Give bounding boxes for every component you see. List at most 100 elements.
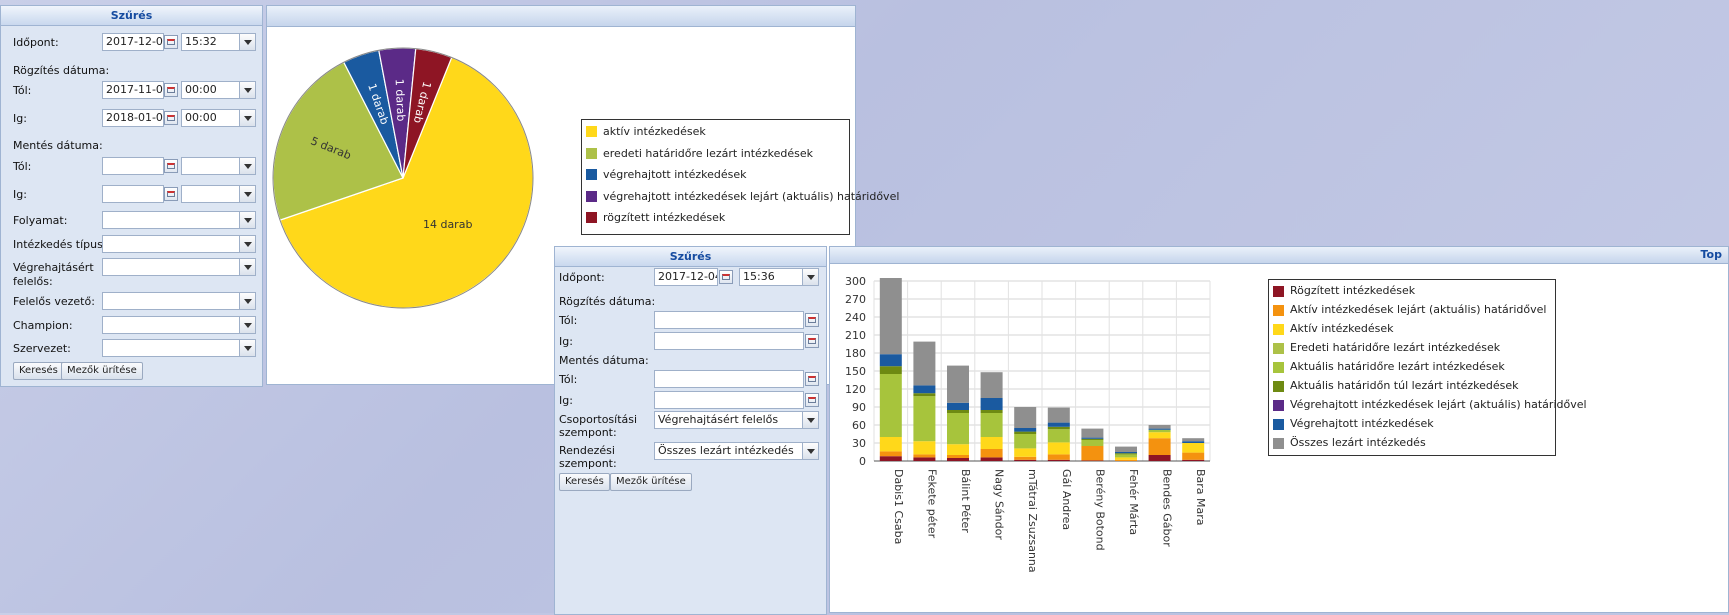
- legend-item: Aktív intézkedések lejárt (aktuális) hat…: [1290, 303, 1547, 316]
- chevron-down-icon[interactable]: [239, 259, 255, 275]
- bar-segment: [947, 444, 969, 455]
- chevron-down-icon[interactable]: [802, 412, 818, 428]
- tol-label: Tól:: [559, 314, 578, 327]
- bar-segment: [1081, 446, 1104, 461]
- idopont-time-select[interactable]: 15:32: [181, 33, 256, 51]
- pie-slice-label: 14 darab: [423, 218, 472, 231]
- chevron-down-icon[interactable]: [239, 110, 255, 126]
- chevron-down-icon[interactable]: [239, 186, 255, 202]
- rogzites-tol-time-select[interactable]: 00:00: [181, 81, 256, 99]
- chevron-down-icon[interactable]: [239, 34, 255, 50]
- bar-segment: [1081, 460, 1104, 461]
- chevron-down-icon[interactable]: [239, 317, 255, 333]
- bar-segment: [1047, 426, 1070, 430]
- chevron-down-icon[interactable]: [802, 443, 818, 459]
- y-tick-label: 60: [852, 419, 866, 432]
- x-category-label: Bara Mara: [1194, 469, 1207, 526]
- chevron-down-icon[interactable]: [239, 158, 255, 174]
- calendar-icon[interactable]: [164, 35, 178, 49]
- y-tick-label: 270: [845, 293, 866, 306]
- mentes-tol-date-field[interactable]: [102, 157, 164, 175]
- bar-segment: [913, 341, 936, 386]
- chevron-down-icon[interactable]: [239, 212, 255, 228]
- legend-item: Végrehajtott intézkedések lejárt (aktuál…: [1290, 398, 1587, 411]
- chevron-down-icon[interactable]: [239, 82, 255, 98]
- bar-segment: [1182, 438, 1205, 442]
- x-category-label: Fehér Márta: [1127, 469, 1140, 535]
- mentes-ig-time-select[interactable]: [181, 185, 256, 203]
- rendezesi-szempont-label: Rendezési: [559, 444, 615, 457]
- legend-swatch: [1273, 343, 1284, 354]
- x-category-label: Dabis1 Csaba: [892, 469, 905, 544]
- mentes-tol-time-select[interactable]: [181, 157, 256, 175]
- bar-segment: [1182, 459, 1205, 461]
- bar-segment: [879, 354, 902, 367]
- x-category-label: mTátrai Zsuzsanna: [1026, 469, 1039, 573]
- bar-segment: [1081, 438, 1104, 440]
- chevron-down-icon[interactable]: [239, 340, 255, 356]
- mentes-ig-label: Ig:: [559, 394, 573, 407]
- felelos-vezeto-select[interactable]: [102, 292, 256, 310]
- csoportositasi-szempont-select[interactable]: Végrehajtásért felelős: [654, 411, 819, 429]
- bar-segment: [1148, 438, 1171, 455]
- szervezet-select[interactable]: [102, 339, 256, 357]
- calendar-icon[interactable]: [719, 270, 733, 284]
- x-category-label: Bendes Gábor: [1161, 469, 1174, 547]
- search-button[interactable]: Keresés: [13, 362, 64, 380]
- champion-select[interactable]: [102, 316, 256, 334]
- chevron-down-icon[interactable]: [239, 293, 255, 309]
- bar-segment: [879, 366, 902, 374]
- mentes-ig-field[interactable]: [654, 391, 804, 409]
- y-tick-label: 180: [845, 347, 866, 360]
- bar-segment: [980, 457, 1003, 461]
- bar-segment: [1014, 448, 1037, 457]
- csoportositasi-value: Végrehajtásért felelős: [658, 413, 779, 426]
- rendezesi-szempont-select[interactable]: Összes lezárt intézkedés: [654, 442, 819, 460]
- bar-segment: [879, 437, 902, 452]
- legend-item: Végrehajtott intézkedések: [1290, 417, 1434, 430]
- calendar-icon[interactable]: [164, 83, 178, 97]
- clear-fields-button[interactable]: Mezők ürítése: [610, 473, 692, 491]
- rogzites-ig-time-select[interactable]: 00:00: [181, 109, 256, 127]
- chevron-down-icon[interactable]: [802, 269, 818, 285]
- calendar-icon[interactable]: [164, 187, 178, 201]
- rogzites-ig-date-field[interactable]: 2018-01-01: [102, 109, 164, 127]
- calendar-icon[interactable]: [805, 334, 819, 348]
- search-button[interactable]: Keresés: [559, 473, 610, 491]
- top-label: Top: [1700, 248, 1722, 261]
- bar-segment: [1182, 452, 1205, 460]
- bar-segment: [1047, 459, 1070, 461]
- legend-swatch: [1273, 400, 1284, 411]
- mentes-ig-date-field[interactable]: [102, 185, 164, 203]
- calendar-icon[interactable]: [164, 159, 178, 173]
- idopont-time-select[interactable]: 15:36: [739, 268, 819, 286]
- folyamat-select[interactable]: [102, 211, 256, 229]
- mentes-ig-label: Ig:: [13, 188, 27, 201]
- pie-chart: 14 darab5 darab1 darab 1 darab 1 darab: [272, 47, 534, 309]
- x-category-label: Berény Botond: [1093, 469, 1106, 551]
- legend-item: Aktuális határidőn túl lezárt intézkedés…: [1290, 379, 1519, 392]
- rogzites-tol-field[interactable]: [654, 311, 804, 329]
- calendar-icon[interactable]: [805, 372, 819, 386]
- calendar-icon[interactable]: [164, 111, 178, 125]
- rogzites-ig-field[interactable]: [654, 332, 804, 350]
- idopont-date-field[interactable]: 2017-12-04: [102, 33, 164, 51]
- vegrehajtasert-felelos-select[interactable]: [102, 258, 256, 276]
- legend-item: Összes lezárt intézkedés: [1290, 436, 1426, 449]
- mentes-tol-label: Tól:: [559, 373, 578, 386]
- rogzites-ig-time-value: 00:00: [185, 111, 217, 124]
- calendar-icon[interactable]: [805, 393, 819, 407]
- bar-segment: [1047, 407, 1070, 423]
- y-tick-label: 150: [845, 365, 866, 378]
- calendar-icon[interactable]: [805, 313, 819, 327]
- idopont-date-field[interactable]: 2017-12-04: [654, 268, 718, 286]
- clear-fields-button[interactable]: Mezők ürítése: [61, 362, 143, 380]
- mentes-tol-field[interactable]: [654, 370, 804, 388]
- intezkedes-tipus-select[interactable]: [102, 235, 256, 253]
- mentes-datuma-label: Mentés dátuma:: [13, 139, 103, 152]
- idopont-label: Időpont:: [13, 36, 59, 49]
- bar-segment: [913, 457, 936, 461]
- rogzites-tol-date-field[interactable]: 2017-11-01: [102, 81, 164, 99]
- legend-swatch: [586, 212, 597, 223]
- chevron-down-icon[interactable]: [239, 236, 255, 252]
